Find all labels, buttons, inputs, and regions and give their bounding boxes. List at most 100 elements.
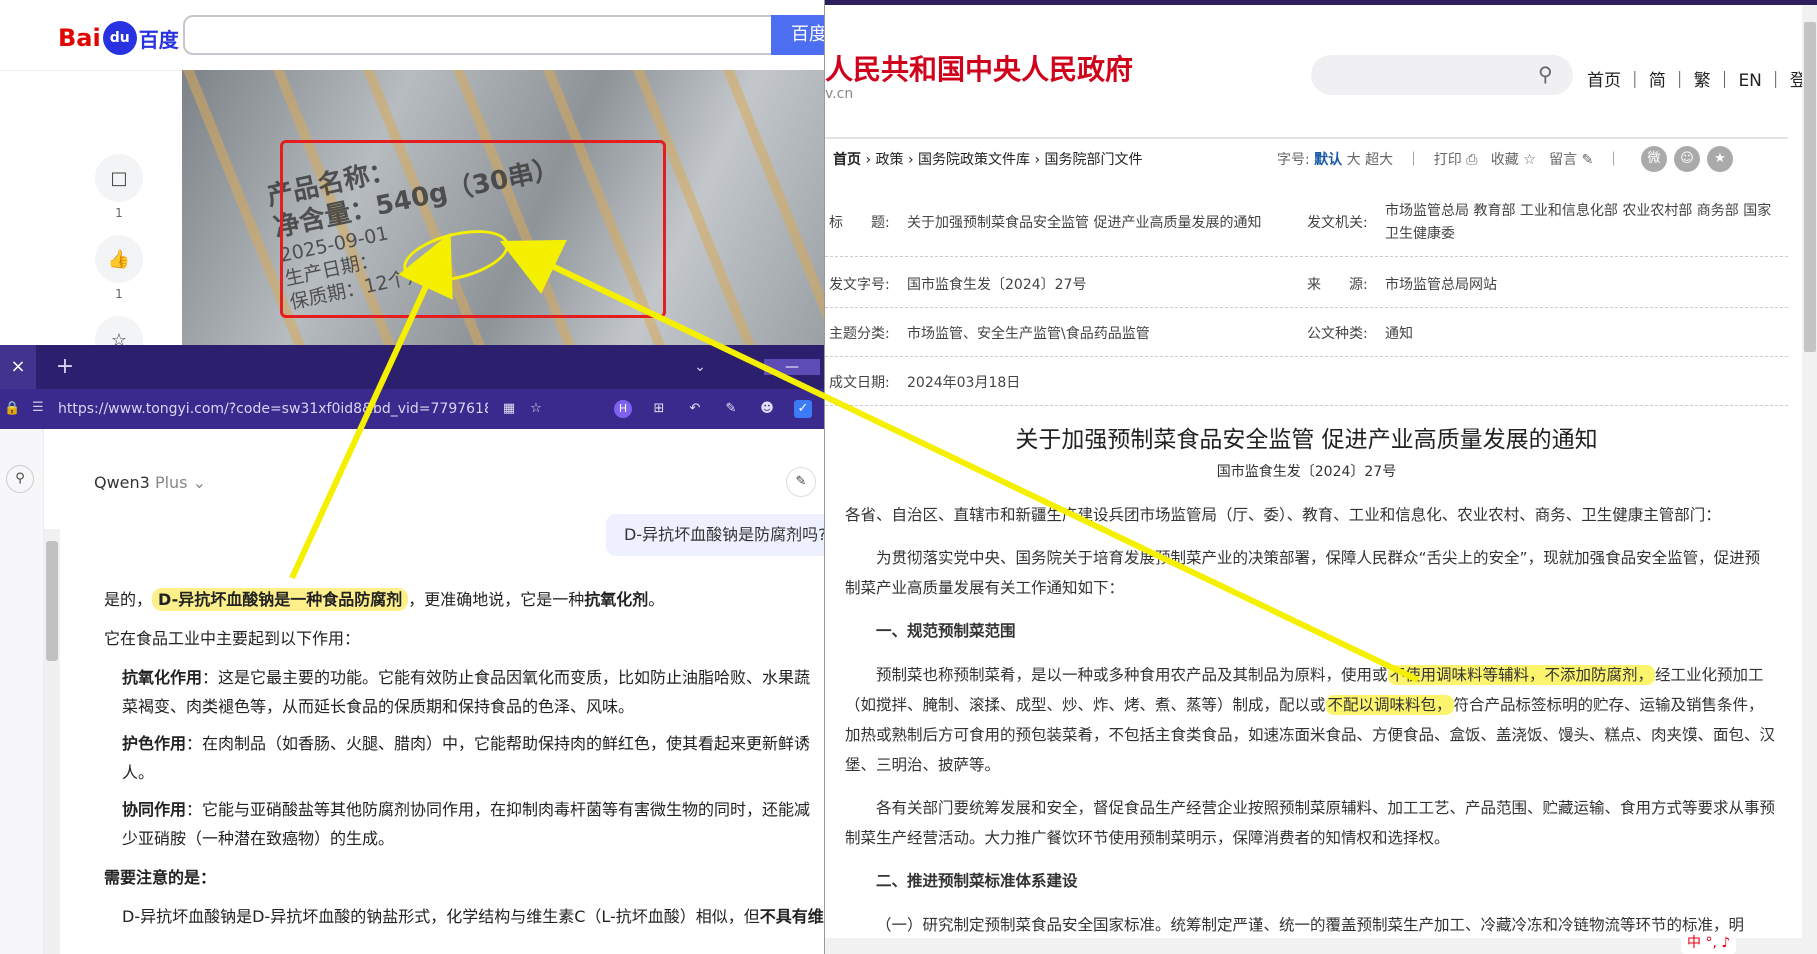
qr-icon[interactable]: ▦ (500, 400, 518, 418)
breadcrumb-library[interactable]: 国务院政策文件库 (918, 152, 1030, 168)
scrollbar-thumb[interactable] (46, 541, 58, 661)
text: 预制菜也称预制菜肴，是以一种或多种食用农产品及其制品为原料，使用或 (876, 666, 1388, 684)
breadcrumb-policy[interactable]: 政策 (876, 152, 904, 168)
baidu-logo-bai: Bai (58, 24, 101, 52)
text: D-异抗坏血酸钠是D-异抗坏血酸的钠盐形式，化学结构与维生素C（L-抗坏血酸）相… (122, 907, 760, 926)
ime-indicator[interactable]: 中 °, ♪ (1681, 932, 1737, 954)
meta-row-title: 标 题: 关于加强预制菜食品安全监管 促进产业高质量发展的通知 发文机关: 市场… (825, 200, 1788, 257)
section-heading: 一、规范预制菜范围 (876, 622, 1016, 640)
document-title: 关于加强预制菜食品安全监管 促进产业高质量发展的通知 (1015, 427, 1598, 453)
document-body: 各省、自治区、直辖市和新疆生产建设兵团市场监管局（厅、委）、教育、工业和信息化、… (845, 500, 1775, 953)
meta-row-date: 成文日期: 2024年03月18日 (825, 358, 1788, 406)
favorite-link[interactable]: 收藏 (1491, 152, 1519, 168)
crop-icon[interactable]: ⊞ (650, 400, 668, 418)
like-count: 1 (115, 287, 123, 301)
like-icon[interactable]: 👍 (95, 235, 143, 283)
font-bigger[interactable]: 超大 (1365, 152, 1393, 168)
meta-key: 来 源: (1307, 277, 1368, 293)
tongyi-chat: ⚲ Qwen3 Plus ⌄ ✎ D-异抗坏血酸钠是防腐剂吗? 是的， D-异抗坏… (0, 429, 824, 954)
text: 人。 (122, 763, 155, 782)
bold-term: 抗氧化剂 (584, 590, 649, 609)
horizontal-scrollbar[interactable] (825, 938, 1802, 954)
meta-key: 成文日期: (829, 375, 890, 391)
extension-blue-icon[interactable]: ✓ (794, 400, 812, 418)
breadcrumb-home[interactable]: 首页 (833, 152, 861, 168)
site-domain: v.cn (825, 86, 854, 102)
meta-value: 关于加强预制菜食品安全监管 促进产业高质量发展的通知 (907, 215, 1262, 231)
link-home[interactable]: 首页 (1587, 71, 1621, 91)
undo-icon[interactable]: ↶ (686, 400, 704, 418)
print-link[interactable]: 打印 (1434, 152, 1462, 168)
text: ：它能与亚硝酸盐等其他防腐剂协同作用，在抑制肉毒杆菌等有害微生物的同时，还能减 (186, 800, 811, 819)
new-tab-icon[interactable]: + (50, 345, 80, 389)
meta-value: 2024年03月18日 (907, 375, 1021, 391)
link-english[interactable]: EN (1738, 71, 1761, 91)
baidu-search-input[interactable] (183, 15, 773, 55)
comment-icon[interactable]: □ (95, 154, 143, 202)
font-default[interactable]: 默认 (1314, 152, 1342, 168)
link-traditional[interactable]: 繁 (1694, 71, 1711, 91)
text: 菜褐变、肉类褪色等，从而延长食品的保质期和保持食品的色泽、风味。 (122, 697, 635, 716)
browser-tab-bar: × + ⌄ — (0, 345, 824, 389)
address-bar: 🔒 ☰ https://www.tongyi.com/?code=sw31xf0… (0, 389, 824, 429)
search-icon[interactable]: ⚲ (6, 465, 34, 493)
url-input[interactable]: https://www.tongyi.com/?code=sw31xf0id8&… (58, 399, 488, 419)
highlighted-no-preservative: 不使用调味料等辅料，不添加防腐剂， (1387, 665, 1656, 685)
font-size-controls: 字号: 默认 大 超大 ｜ 打印 ⎙ 收藏 ☆ 留言 ✎ ｜ (1277, 152, 1621, 168)
highlighted-seasoning-pack: 不配以调味料包， (1325, 695, 1454, 715)
text: ：在肉制品（如香肠、火腿、腊肉）中，它能帮助保持肉的鲜红色，使其看起来更新鲜诱 (186, 734, 811, 753)
pencil-icon[interactable]: ✎ (1582, 152, 1594, 168)
bookmark-star-icon[interactable]: ☆ (527, 400, 545, 418)
extension-icon[interactable]: ✎ (722, 400, 740, 418)
font-size-label: 字号: (1277, 152, 1310, 168)
favorite-star-icon[interactable]: ★ (1707, 146, 1733, 172)
bold-term: 协同作用 (122, 800, 187, 819)
baidu-search-button[interactable]: 百度 (771, 15, 824, 55)
list-item: 护色作用：在肉制品（如香肠、火腿、腊肉）中，它能帮助保持肉的鲜红色，使其看起来更… (122, 729, 824, 787)
meta-key: 公文种类: (1307, 326, 1368, 342)
divider (825, 137, 1788, 139)
baidu-logo[interactable]: Bai du 百度 (58, 18, 179, 58)
meta-key: 标 题: (829, 215, 890, 231)
print-icon[interactable]: ⎙ (1466, 152, 1477, 168)
lock-icon[interactable]: 🔒 (4, 401, 20, 417)
top-links: 首页 ｜ 简 ｜ 繁 ｜ EN ｜ 登录 (1587, 66, 1817, 91)
window-top-border (825, 0, 1817, 5)
font-big[interactable]: 大 (1347, 152, 1361, 168)
new-chat-icon[interactable]: ✎ (786, 467, 816, 497)
tab-close-icon[interactable]: × (0, 345, 36, 389)
search-icon[interactable]: ⚲ (1538, 62, 1562, 86)
wechat-icon[interactable]: ☺ (1674, 146, 1700, 172)
bold-term: 需要注意的是： (104, 868, 217, 887)
tab-list-chevron-icon[interactable]: ⌄ (688, 345, 712, 389)
text: ：这是它最主要的功能。它能有效防止食品因氧化而变质，比如防止油脂哈败、水果蔬 (202, 668, 811, 687)
user-message: D-异抗坏血酸钠是防腐剂吗? (606, 514, 824, 556)
star-icon[interactable]: ☆ (95, 316, 143, 345)
answer-paragraph: 是的， D-异抗坏血酸钠是一种食品防腐剂 ，更准确地说，它是一种抗氧化剂。 (104, 585, 808, 614)
baidu-paw-icon: du (102, 21, 137, 55)
list-item: 协同作用：它能与亚硝酸盐等其他防腐剂协同作用，在抑制肉毒杆菌等有害微生物的同时，… (122, 795, 824, 853)
vertical-scrollbar-thumb[interactable] (1804, 22, 1816, 352)
breadcrumb-dept[interactable]: 国务院部门文件 (1045, 152, 1143, 168)
weibo-icon[interactable]: 微 (1641, 146, 1667, 172)
minimize-button[interactable]: — (764, 359, 820, 375)
list-item: 抗氧化作用：这是它最主要的功能。它能有效防止食品因氧化而变质，比如防止油脂哈败、… (122, 663, 824, 721)
bold-term: 抗氧化作用 (122, 668, 203, 687)
site-settings-icon[interactable]: ☰ (32, 400, 48, 418)
message-link[interactable]: 留言 (1549, 152, 1577, 168)
site-title[interactable]: 人民共和国中央人民政府 (825, 48, 1133, 88)
link-simplified[interactable]: 简 (1649, 71, 1666, 91)
text: 。 (648, 590, 665, 609)
extension-h-icon[interactable]: H (614, 400, 632, 418)
chat-sidebar: ⚲ (0, 429, 44, 954)
body-paragraph: 为贯彻落实党中央、国务院关于培育发展预制菜产业的决策部署，保障人民群众“舌尖上的… (845, 549, 1761, 597)
model-selector[interactable]: Qwen3 Plus ⌄ (94, 473, 206, 492)
avatar-icon[interactable]: ☻ (758, 400, 776, 418)
site-search-input[interactable] (1311, 55, 1573, 95)
list-item: D-异抗坏血酸钠是D-异抗坏血酸的钠盐形式，化学结构与维生素C（L-抗坏血酸）相… (122, 902, 824, 931)
meta-value: 市场监管总局 教育部 工业和信息化部 农业农村部 商务部 国家 (1385, 203, 1772, 219)
model-name: Qwen3 (94, 473, 150, 492)
star-icon[interactable]: ☆ (1523, 152, 1536, 168)
meta-key: 主题分类: (829, 326, 890, 342)
meta-value: 通知 (1385, 326, 1413, 342)
